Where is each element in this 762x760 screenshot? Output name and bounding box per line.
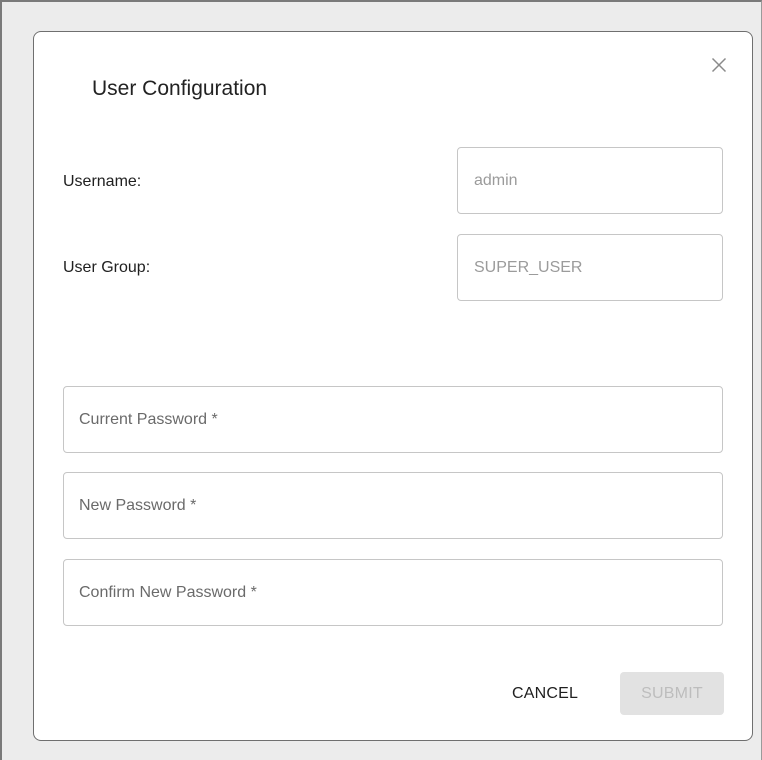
confirm-password-label: Confirm New Password * [79,584,257,601]
cancel-button[interactable]: CANCEL [506,672,584,715]
dialog-title: User Configuration [92,77,268,100]
user-group-field: SUPER_USER [457,234,723,301]
user-group-label: User Group: [63,259,151,276]
user-configuration-dialog: User Configuration Username: admin User … [33,31,753,741]
confirm-password-field[interactable]: Confirm New Password * [63,559,723,626]
new-password-field[interactable]: New Password * [63,472,723,539]
close-icon [711,57,727,73]
submit-button[interactable]: SUBMIT [620,672,724,715]
current-password-label: Current Password * [79,411,218,428]
current-password-field[interactable]: Current Password * [63,386,723,453]
username-field: admin [457,147,723,214]
username-value: admin [474,172,518,189]
close-button[interactable] [704,50,734,80]
user-group-value: SUPER_USER [474,259,583,276]
new-password-label: New Password * [79,497,197,514]
username-label: Username: [63,173,142,190]
